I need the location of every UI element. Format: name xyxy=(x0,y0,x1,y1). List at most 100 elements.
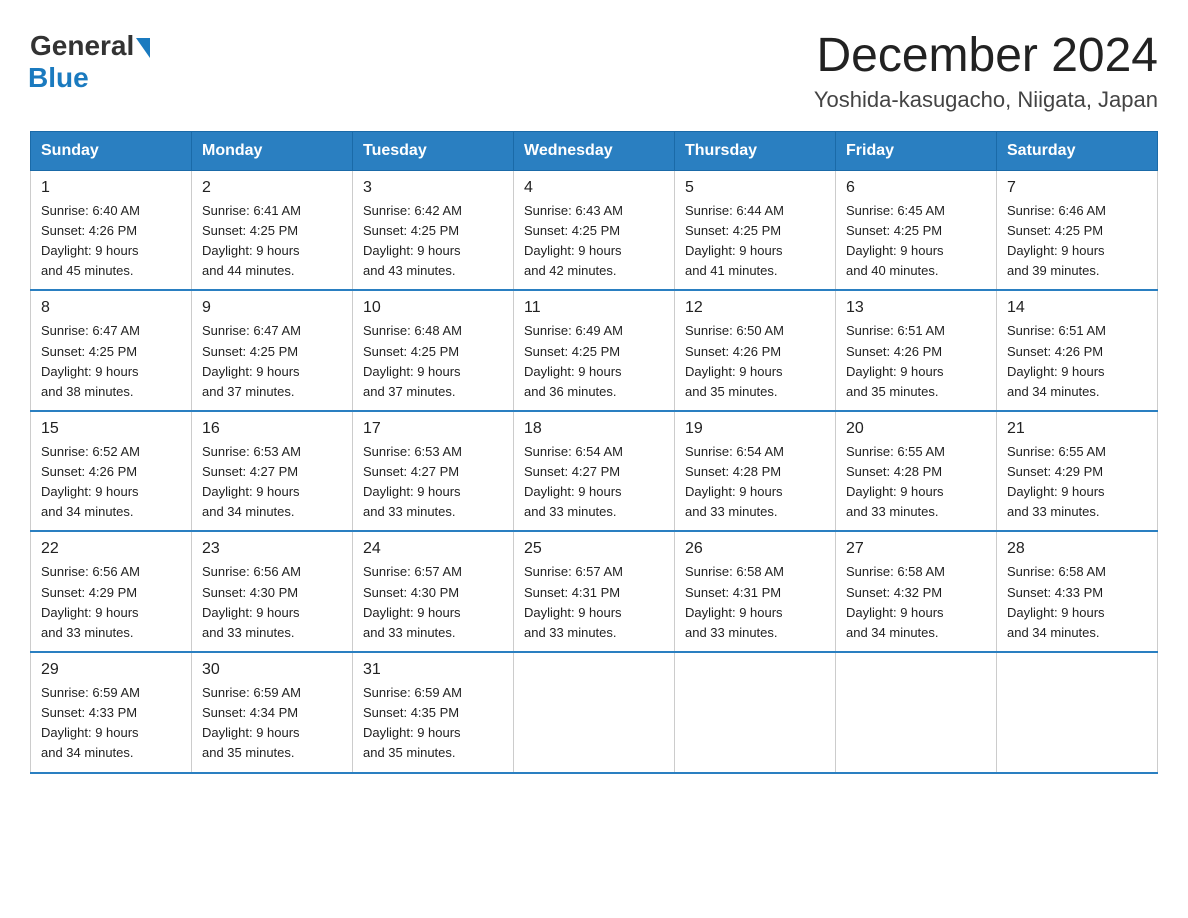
day-number: 9 xyxy=(202,299,342,317)
sunset-label: Sunset: xyxy=(363,705,407,720)
sunrise-label: Sunrise: xyxy=(685,323,733,338)
calendar-cell: 10 Sunrise: 6:48 AM Sunset: 4:25 PM Dayl… xyxy=(353,290,514,411)
day-number: 6 xyxy=(846,179,986,197)
calendar-cell: 8 Sunrise: 6:47 AM Sunset: 4:25 PM Dayli… xyxy=(31,290,192,411)
day-info: Sunrise: 6:56 AM Sunset: 4:30 PM Dayligh… xyxy=(202,562,342,643)
sunset-label: Sunset: xyxy=(41,705,85,720)
day-number: 22 xyxy=(41,540,181,558)
calendar-cell: 1 Sunrise: 6:40 AM Sunset: 4:26 PM Dayli… xyxy=(31,170,192,290)
sunrise-label: Sunrise: xyxy=(524,323,572,338)
calendar-cell: 26 Sunrise: 6:58 AM Sunset: 4:31 PM Dayl… xyxy=(675,531,836,652)
sunset-label: Sunset: xyxy=(524,464,568,479)
sunrise-label: Sunrise: xyxy=(1007,323,1055,338)
daylight-label: Daylight: xyxy=(202,364,253,379)
sunset-label: Sunset: xyxy=(202,344,246,359)
day-number: 18 xyxy=(524,420,664,438)
daylight-label: Daylight: xyxy=(363,605,414,620)
day-info: Sunrise: 6:54 AM Sunset: 4:28 PM Dayligh… xyxy=(685,442,825,523)
sunset-label: Sunset: xyxy=(202,464,246,479)
calendar-cell: 7 Sunrise: 6:46 AM Sunset: 4:25 PM Dayli… xyxy=(997,170,1158,290)
calendar-cell: 16 Sunrise: 6:53 AM Sunset: 4:27 PM Dayl… xyxy=(192,411,353,532)
day-info: Sunrise: 6:43 AM Sunset: 4:25 PM Dayligh… xyxy=(524,201,664,282)
calendar-week-1: 1 Sunrise: 6:40 AM Sunset: 4:26 PM Dayli… xyxy=(31,170,1158,290)
day-number: 23 xyxy=(202,540,342,558)
header-saturday: Saturday xyxy=(997,131,1158,170)
sunrise-label: Sunrise: xyxy=(1007,444,1055,459)
day-info: Sunrise: 6:58 AM Sunset: 4:32 PM Dayligh… xyxy=(846,562,986,643)
calendar-cell: 22 Sunrise: 6:56 AM Sunset: 4:29 PM Dayl… xyxy=(31,531,192,652)
day-number: 7 xyxy=(1007,179,1147,197)
sunrise-label: Sunrise: xyxy=(524,444,572,459)
sunset-label: Sunset: xyxy=(1007,223,1051,238)
sunrise-label: Sunrise: xyxy=(685,564,733,579)
calendar-cell: 19 Sunrise: 6:54 AM Sunset: 4:28 PM Dayl… xyxy=(675,411,836,532)
day-number: 27 xyxy=(846,540,986,558)
sunrise-label: Sunrise: xyxy=(1007,564,1055,579)
sunrise-label: Sunrise: xyxy=(846,203,894,218)
day-number: 12 xyxy=(685,299,825,317)
day-number: 5 xyxy=(685,179,825,197)
day-info: Sunrise: 6:47 AM Sunset: 4:25 PM Dayligh… xyxy=(41,321,181,402)
calendar-cell: 9 Sunrise: 6:47 AM Sunset: 4:25 PM Dayli… xyxy=(192,290,353,411)
daylight-label: Daylight: xyxy=(41,364,92,379)
sunrise-label: Sunrise: xyxy=(363,323,411,338)
day-number: 13 xyxy=(846,299,986,317)
daylight-label: Daylight: xyxy=(1007,605,1058,620)
sunset-label: Sunset: xyxy=(202,223,246,238)
daylight-label: Daylight: xyxy=(685,605,736,620)
daylight-label: Daylight: xyxy=(524,484,575,499)
day-info: Sunrise: 6:57 AM Sunset: 4:30 PM Dayligh… xyxy=(363,562,503,643)
sunset-label: Sunset: xyxy=(41,585,85,600)
sunset-label: Sunset: xyxy=(846,585,890,600)
daylight-label: Daylight: xyxy=(524,364,575,379)
day-number: 3 xyxy=(363,179,503,197)
day-info: Sunrise: 6:41 AM Sunset: 4:25 PM Dayligh… xyxy=(202,201,342,282)
calendar-cell: 21 Sunrise: 6:55 AM Sunset: 4:29 PM Dayl… xyxy=(997,411,1158,532)
day-number: 25 xyxy=(524,540,664,558)
sunrise-label: Sunrise: xyxy=(363,685,411,700)
daylight-label: Daylight: xyxy=(41,484,92,499)
day-number: 14 xyxy=(1007,299,1147,317)
day-info: Sunrise: 6:53 AM Sunset: 4:27 PM Dayligh… xyxy=(363,442,503,523)
header-monday: Monday xyxy=(192,131,353,170)
day-number: 4 xyxy=(524,179,664,197)
day-number: 31 xyxy=(363,661,503,679)
day-number: 30 xyxy=(202,661,342,679)
calendar-cell: 3 Sunrise: 6:42 AM Sunset: 4:25 PM Dayli… xyxy=(353,170,514,290)
sunset-label: Sunset: xyxy=(685,223,729,238)
daylight-label: Daylight: xyxy=(363,725,414,740)
sunset-label: Sunset: xyxy=(685,344,729,359)
sunset-label: Sunset: xyxy=(524,223,568,238)
day-number: 20 xyxy=(846,420,986,438)
daylight-label: Daylight: xyxy=(363,243,414,258)
day-info: Sunrise: 6:42 AM Sunset: 4:25 PM Dayligh… xyxy=(363,201,503,282)
sunset-label: Sunset: xyxy=(1007,585,1051,600)
logo-blue-text: Blue xyxy=(28,62,89,93)
sunrise-label: Sunrise: xyxy=(685,444,733,459)
daylight-label: Daylight: xyxy=(846,243,897,258)
day-info: Sunrise: 6:51 AM Sunset: 4:26 PM Dayligh… xyxy=(1007,321,1147,402)
daylight-label: Daylight: xyxy=(1007,243,1058,258)
day-number: 28 xyxy=(1007,540,1147,558)
day-number: 17 xyxy=(363,420,503,438)
sunrise-label: Sunrise: xyxy=(202,203,250,218)
day-info: Sunrise: 6:58 AM Sunset: 4:33 PM Dayligh… xyxy=(1007,562,1147,643)
daylight-label: Daylight: xyxy=(202,243,253,258)
day-info: Sunrise: 6:59 AM Sunset: 4:33 PM Dayligh… xyxy=(41,683,181,764)
day-info: Sunrise: 6:53 AM Sunset: 4:27 PM Dayligh… xyxy=(202,442,342,523)
sunrise-label: Sunrise: xyxy=(202,564,250,579)
daylight-label: Daylight: xyxy=(202,605,253,620)
daylight-label: Daylight: xyxy=(685,484,736,499)
sunset-label: Sunset: xyxy=(846,464,890,479)
day-info: Sunrise: 6:46 AM Sunset: 4:25 PM Dayligh… xyxy=(1007,201,1147,282)
day-info: Sunrise: 6:56 AM Sunset: 4:29 PM Dayligh… xyxy=(41,562,181,643)
sunset-label: Sunset: xyxy=(41,344,85,359)
day-info: Sunrise: 6:50 AM Sunset: 4:26 PM Dayligh… xyxy=(685,321,825,402)
calendar-week-2: 8 Sunrise: 6:47 AM Sunset: 4:25 PM Dayli… xyxy=(31,290,1158,411)
sunset-label: Sunset: xyxy=(363,344,407,359)
header-tuesday: Tuesday xyxy=(353,131,514,170)
calendar-cell: 5 Sunrise: 6:44 AM Sunset: 4:25 PM Dayli… xyxy=(675,170,836,290)
sunrise-label: Sunrise: xyxy=(202,444,250,459)
day-number: 2 xyxy=(202,179,342,197)
header-thursday: Thursday xyxy=(675,131,836,170)
